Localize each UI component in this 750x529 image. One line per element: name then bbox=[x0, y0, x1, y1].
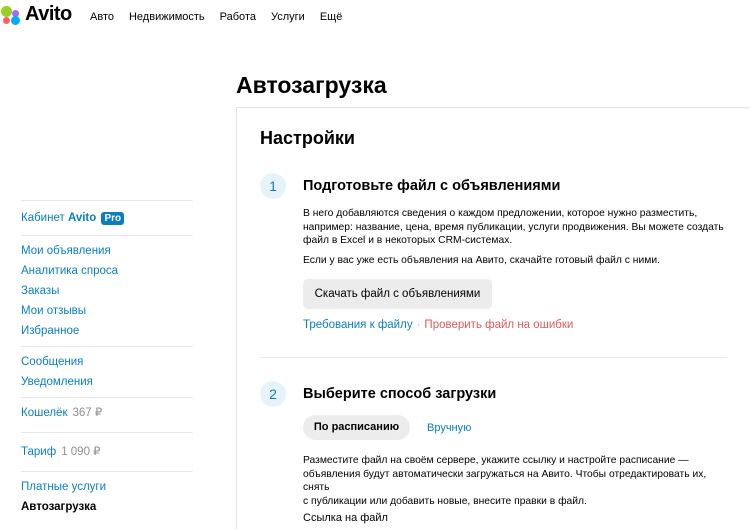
sidebar-item-orders[interactable]: Заказы bbox=[21, 281, 193, 301]
file-link-label: Ссылка на файл bbox=[303, 512, 388, 524]
sidebar-divider bbox=[21, 200, 193, 201]
sidebar-item-reviews[interactable]: Мои отзывы bbox=[21, 301, 193, 321]
settings-title: Настройки bbox=[260, 128, 355, 148]
tab-schedule[interactable]: По расписанию bbox=[303, 415, 410, 440]
step-2-line-1: Разместите файл на своём сервере, укажит… bbox=[303, 455, 689, 466]
sidebar-item-wallet[interactable]: Кошелёк 367 ₽ bbox=[21, 403, 193, 423]
step-2-line-3: с публикации или добавить новые, внесите… bbox=[303, 495, 587, 507]
sidebar-item-messages[interactable]: Сообщения bbox=[21, 352, 193, 372]
top-header: Avito Авто Недвижимость Работа Услуги Ещ… bbox=[0, 0, 750, 36]
sidebar-item-my-ads[interactable]: Мои объявления bbox=[21, 241, 193, 261]
sidebar-divider bbox=[21, 235, 193, 236]
tariff-label: Тариф bbox=[21, 446, 57, 458]
nav-jobs[interactable]: Работа bbox=[220, 11, 256, 23]
step-2-line-2: объявления будут автоматически загружать… bbox=[303, 468, 707, 494]
sidebar-item-favorites[interactable]: Избранное bbox=[21, 321, 193, 341]
step-1-title: Подготовьте файл с объявлениями bbox=[303, 178, 561, 194]
avito-logo-icon bbox=[0, 5, 22, 25]
step-1-links: Требования к файлу · Проверить файл на оши… bbox=[303, 319, 573, 333]
step-2-title: Выберите способ загрузки bbox=[303, 386, 497, 402]
sidebar-item-analytics[interactable]: Аналитика спроса bbox=[21, 261, 193, 281]
check-file-link[interactable]: Проверить файл на ошибки bbox=[424, 319, 573, 331]
cabinet-label: Кабинет bbox=[21, 212, 65, 224]
sidebar-item-paid-services[interactable]: Платные услуги bbox=[21, 477, 193, 497]
wallet-value: 367 ₽ bbox=[72, 407, 103, 419]
sidebar-divider bbox=[21, 432, 193, 433]
steps-divider bbox=[260, 357, 727, 358]
sidebar-divider bbox=[21, 397, 193, 398]
main-nav: Авто Недвижимость Работа Услуги Ещё bbox=[90, 11, 357, 23]
nav-realty[interactable]: Недвижимость bbox=[129, 11, 205, 23]
sidebar-divider bbox=[21, 346, 193, 347]
nav-more[interactable]: Ещё bbox=[320, 11, 343, 23]
page-title: Автозагрузка bbox=[236, 72, 387, 98]
step-1-line-2: например: название, цена, время публикац… bbox=[303, 221, 724, 233]
sidebar-item-cabinet[interactable]: Кабинет Avito Pro bbox=[21, 208, 193, 228]
nav-services[interactable]: Услуги bbox=[271, 11, 305, 23]
wallet-label: Кошелёк bbox=[21, 407, 68, 419]
step-1-line-1: В него добавляются сведения о каждом пре… bbox=[303, 208, 698, 219]
link-separator: · bbox=[416, 319, 421, 331]
cabinet-brand: Avito bbox=[67, 212, 97, 224]
pro-badge: Pro bbox=[101, 212, 125, 225]
sidebar-item-tariff[interactable]: Тариф 1 090 ₽ bbox=[21, 442, 193, 462]
step-1-description: В него добавляются сведения о каждом пре… bbox=[303, 207, 733, 267]
avito-logo[interactable]: Avito bbox=[0, 3, 72, 26]
sidebar-item-notifications[interactable]: Уведомления bbox=[21, 372, 193, 392]
step-2-description: Разместите файл на своём сервере, укажит… bbox=[303, 454, 733, 508]
sidebar-divider bbox=[21, 471, 193, 472]
requirements-link[interactable]: Требования к файлу bbox=[303, 319, 413, 331]
step-1-line-3: файл в Excel и в некоторых CRM-системах. bbox=[303, 235, 513, 246]
sidebar-item-autoload[interactable]: Автозагрузка bbox=[21, 497, 193, 517]
step-2-number: 2 bbox=[260, 381, 286, 407]
download-file-button[interactable]: Скачать файл с объявлениями bbox=[303, 279, 492, 309]
step-1-number: 1 bbox=[260, 173, 286, 199]
settings-card: Настройки 1 Подготовьте файл с объявлени… bbox=[236, 107, 750, 529]
tab-manual[interactable]: Вручную bbox=[427, 422, 471, 434]
step-1-line-4: Если у вас уже есть объявления на Авито,… bbox=[303, 254, 660, 266]
logo-text: Avito bbox=[25, 3, 72, 25]
nav-auto[interactable]: Авто bbox=[90, 11, 114, 23]
sidebar: Кабинет Avito Pro Мои объявления Аналити… bbox=[21, 200, 193, 517]
tariff-value: 1 090 ₽ bbox=[61, 446, 101, 458]
